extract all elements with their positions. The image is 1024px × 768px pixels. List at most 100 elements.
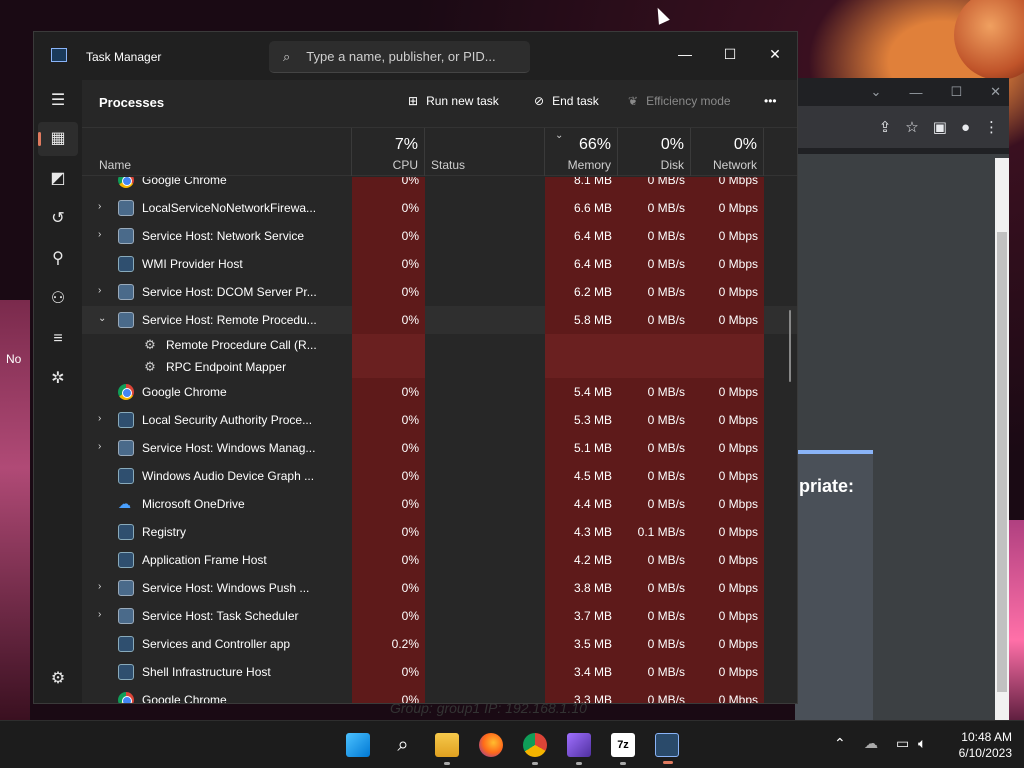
- sidepanel-icon[interactable]: ▣: [933, 118, 947, 136]
- onedrive-offline-icon[interactable]: ☁: [864, 735, 878, 752]
- chrome-icon[interactable]: [523, 733, 547, 765]
- minimize-icon[interactable]: —: [909, 85, 922, 100]
- processes-panel: Processes ⊞ Run new task ⊘ End task ❦ Ef…: [82, 80, 797, 703]
- process-row[interactable]: Google Chrome 0% 3.3 MB 0 MB/s 0 Mbps: [82, 686, 797, 703]
- process-row[interactable]: › Service Host: Task Scheduler 0% 3.7 MB 0 M…: [82, 602, 797, 630]
- process-row[interactable]: Google Chrome 0% 8.1 MB 0 MB/s 0 Mbps: [82, 177, 797, 194]
- clock[interactable]: 10:48 AM 6/10/2023: [959, 729, 1012, 761]
- process-network-value: 0 Mbps: [718, 581, 758, 595]
- process-cpu-value: 0%: [401, 313, 419, 327]
- disk-column-header[interactable]: 0% Disk: [618, 128, 691, 176]
- settings-gear-icon[interactable]: ⚙: [38, 662, 78, 696]
- expand-chevron-icon[interactable]: ›: [98, 229, 101, 240]
- process-row[interactable]: Registry 0% 4.3 MB 0.1 MB/s 0 Mbps: [82, 518, 797, 546]
- processes-nav-icon[interactable]: ▦: [38, 122, 78, 156]
- process-disk-value: 0 MB/s: [647, 229, 685, 243]
- chrome-scrollbar[interactable]: [995, 158, 1009, 720]
- windows-start-icon[interactable]: [346, 733, 370, 757]
- process-row[interactable]: › LocalServiceNoNetworkFirewa... 0% 6.6 MB 0…: [82, 194, 797, 222]
- process-cpu-value: 0%: [401, 469, 419, 483]
- child-process-row[interactable]: ⚙ Remote Procedure Call (R...: [82, 334, 797, 356]
- titlebar[interactable]: Task Manager ⌕ Type a name, publisher, o…: [34, 32, 797, 80]
- firefox-icon[interactable]: [479, 733, 503, 757]
- app-history-nav-icon[interactable]: ↺: [38, 202, 78, 236]
- task-manager-icon[interactable]: [655, 733, 679, 764]
- expand-chevron-icon[interactable]: ›: [98, 285, 101, 296]
- app-process-icon: [118, 552, 134, 568]
- sidebar: ☰ ▦ ◩ ↺ ⚲ ⚇ ≡ ✲ ⚙: [34, 80, 82, 703]
- expand-chevron-icon[interactable]: ›: [98, 413, 101, 424]
- close-icon[interactable]: ✕: [990, 84, 1001, 100]
- expand-chevron-icon[interactable]: ›: [98, 609, 101, 620]
- list-scrollbar[interactable]: [789, 310, 791, 382]
- child-process-row[interactable]: ⚙ RPC Endpoint Mapper: [82, 356, 797, 378]
- gear-process-icon: [118, 580, 134, 596]
- process-cpu-value: 0%: [401, 177, 419, 187]
- memory-total: 66%: [578, 136, 611, 153]
- performance-nav-icon[interactable]: ◩: [38, 162, 78, 196]
- heat-cell: [545, 356, 618, 378]
- video-editor-icon[interactable]: [567, 733, 591, 765]
- network-column-header[interactable]: 0% Network: [691, 128, 764, 176]
- process-memory-value: 3.8 MB: [573, 581, 612, 595]
- close-button[interactable]: ✕: [752, 40, 798, 68]
- process-row[interactable]: Services and Controller app 0.2% 3.5 MB 0 M…: [82, 630, 797, 658]
- menu-icon[interactable]: ⋮: [984, 118, 999, 136]
- process-row[interactable]: Application Frame Host 0% 4.2 MB 0 MB/s 0 Mb…: [82, 546, 797, 574]
- process-row[interactable]: ☁ Microsoft OneDrive 0% 4.4 MB 0 MB/s 0 Mbps: [82, 490, 797, 518]
- memory-column-header[interactable]: ⌄ 66% Memory: [545, 128, 618, 176]
- share-icon[interactable]: ⇪: [879, 118, 892, 136]
- process-disk-value: 0 MB/s: [647, 581, 685, 595]
- startup-apps-nav-icon[interactable]: ⚲: [38, 242, 78, 276]
- process-disk-value: 0 MB/s: [647, 553, 685, 567]
- process-row[interactable]: WMI Provider Host 0% 6.4 MB 0 MB/s 0 Mbps: [82, 250, 797, 278]
- process-network-value: 0 Mbps: [718, 441, 758, 455]
- process-row[interactable]: › Local Security Authority Proce... 0% 5.3 …: [82, 406, 797, 434]
- name-column-header[interactable]: Name: [82, 128, 352, 176]
- process-row[interactable]: ⌄ Service Host: Remote Procedu... 0% 5.8 MB…: [82, 306, 797, 334]
- hamburger-menu-icon[interactable]: ☰: [38, 84, 78, 118]
- tray-chevron-icon[interactable]: ⌃: [834, 735, 846, 752]
- collapse-chevron-icon[interactable]: ⌄: [98, 313, 106, 324]
- file-explorer-icon[interactable]: [435, 733, 459, 765]
- search-input[interactable]: ⌕ Type a name, publisher, or PID...: [269, 41, 530, 73]
- expand-chevron-icon[interactable]: ›: [98, 441, 101, 452]
- process-row[interactable]: › Service Host: Network Service 0% 6.4 MB 0 …: [82, 222, 797, 250]
- process-row[interactable]: Google Chrome 0% 5.4 MB 0 MB/s 0 Mbps: [82, 378, 797, 406]
- process-row[interactable]: Shell Infrastructure Host 0% 3.4 MB 0 MB/s 0…: [82, 658, 797, 686]
- process-row[interactable]: › Service Host: DCOM Server Pr... 0% 6.2 MB…: [82, 278, 797, 306]
- efficiency-mode-button[interactable]: ❦ Efficiency mode: [628, 94, 731, 108]
- end-task-button[interactable]: ⊘ End task: [534, 94, 599, 108]
- expand-chevron-icon[interactable]: ›: [98, 581, 101, 592]
- volume-icon[interactable]: 🔈︎: [918, 735, 926, 752]
- network-icon[interactable]: ▭: [896, 735, 909, 752]
- page-title: Processes: [99, 95, 165, 110]
- search-icon[interactable]: ⌕: [391, 733, 415, 757]
- status-column-header[interactable]: Status: [425, 128, 545, 176]
- process-row[interactable]: Windows Audio Device Graph ... 0% 4.5 MB 0 …: [82, 462, 797, 490]
- expand-chevron-icon[interactable]: ›: [98, 201, 101, 212]
- minimize-button[interactable]: —: [662, 40, 708, 68]
- star-icon[interactable]: ☆: [905, 118, 918, 136]
- chrome-process-icon: [118, 692, 134, 703]
- maximize-button[interactable]: ☐: [707, 40, 753, 68]
- users-nav-icon[interactable]: ⚇: [38, 282, 78, 316]
- chevron-down-icon[interactable]: ⌄: [871, 84, 882, 100]
- 7zip-icon[interactable]: 7z: [611, 733, 635, 765]
- run-new-task-button[interactable]: ⊞ Run new task: [408, 94, 499, 108]
- chrome-process-icon: [118, 177, 134, 188]
- column-headers: Name 7% CPU Status ⌄ 66% Memory 0% Disk …: [82, 128, 797, 176]
- process-row[interactable]: › Service Host: Windows Manag... 0% 5.1 MB 0…: [82, 434, 797, 462]
- cpu-column-header[interactable]: 7% CPU: [352, 128, 425, 176]
- app-process-icon: [118, 664, 134, 680]
- process-cpu-value: 0%: [401, 285, 419, 299]
- process-row[interactable]: › Service Host: Windows Push ... 0% 3.8 MB 0…: [82, 574, 797, 602]
- disk-label: Disk: [660, 158, 684, 172]
- more-options-button[interactable]: •••: [764, 94, 777, 108]
- services-nav-icon[interactable]: ✲: [38, 362, 78, 396]
- profile-icon[interactable]: ●: [961, 119, 970, 136]
- maximize-icon[interactable]: ☐: [950, 84, 962, 100]
- memory-label: Memory: [567, 158, 611, 172]
- details-nav-icon[interactable]: ≡: [38, 322, 78, 356]
- background-chrome-window[interactable]: ⌄ — ☐ ✕ ⇪ ☆ ▣ ● ⋮ priate:: [795, 78, 1009, 768]
